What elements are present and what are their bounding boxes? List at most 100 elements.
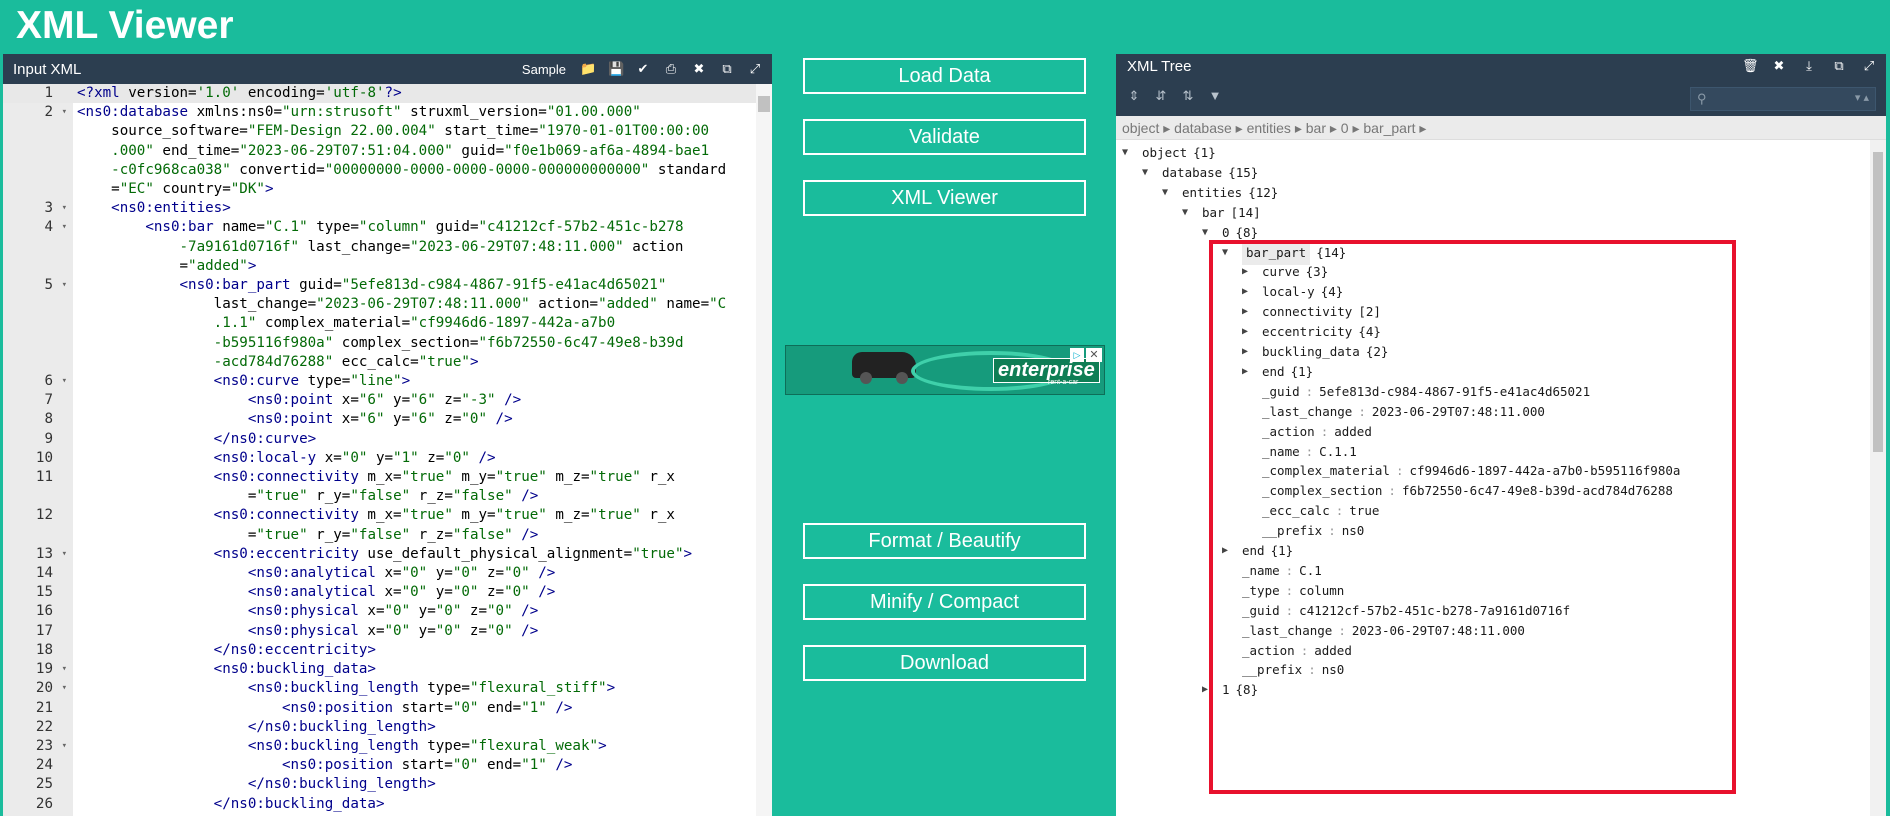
editor-line[interactable]: -b595116f980a" complex_section="f6b72550…	[3, 334, 756, 353]
editor-line[interactable]: 17 <ns0:physical x="0" y="0" z="0" />	[3, 622, 756, 641]
collapse-caret-icon[interactable]: ▼	[1162, 181, 1182, 205]
editor-line[interactable]: -c0fc968ca038" convertid="00000000-0000-…	[3, 161, 756, 180]
expand-all-icon[interactable]: ⇕	[1127, 89, 1141, 103]
fold-toggle-icon[interactable]: ▾	[62, 199, 67, 218]
tree-node-value[interactable]: ns0	[1322, 658, 1345, 682]
editor-line[interactable]: 13 ▾ <ns0:eccentricity use_default_physic…	[3, 545, 756, 564]
fold-toggle-icon[interactable]: ▾	[62, 103, 67, 122]
ad-brand-sub: rent-a-car	[1048, 379, 1079, 386]
editor-line[interactable]: source_software="FEM-Design 22.00.004" s…	[3, 122, 756, 141]
editor-line[interactable]: 25 </ns0:buckling_length>	[3, 775, 756, 794]
expand-icon[interactable]: ⤢	[748, 62, 762, 76]
editor-line[interactable]: 15 <ns0:analytical x="0" y="0" z="0" />	[3, 583, 756, 602]
collapse-caret-icon[interactable]: ▼	[1122, 141, 1142, 165]
tree-node-value[interactable]: 2023-06-29T07:48:11.000	[1372, 400, 1545, 424]
editor-line[interactable]: 22 </ns0:buckling_length>	[3, 718, 756, 737]
fold-toggle-icon[interactable]: ▾	[62, 218, 67, 237]
tree-search-input[interactable]: ⚲ ▾ ▴	[1690, 87, 1876, 111]
editor-line[interactable]: 7 <ns0:point x="6" y="6" z="-3" />	[3, 391, 756, 410]
sort-icon[interactable]: ⇅	[1181, 89, 1195, 103]
editor-line[interactable]: 18 </ns0:eccentricity>	[3, 641, 756, 660]
advertisement-banner[interactable]: enterprise rent-a-car ▷ ✕	[785, 345, 1105, 395]
copy-icon[interactable]: ⧉	[720, 62, 734, 76]
editor-line[interactable]: 23 ▾ <ns0:buckling_length type="flexural_…	[3, 737, 756, 756]
editor-line[interactable]: 6 ▾ <ns0:curve type="line">	[3, 372, 756, 391]
fold-toggle-icon[interactable]: ▾	[62, 660, 67, 679]
print-icon[interactable]: ⎙	[664, 62, 678, 76]
close-icon[interactable]: ✖	[1772, 59, 1786, 73]
editor-line[interactable]: 9 </ns0:curve>	[3, 430, 756, 449]
code-text: <ns0:eccentricity use_default_physical_a…	[213, 545, 693, 562]
editor-line[interactable]: ="EC" country="DK">	[3, 180, 756, 199]
ad-close-icon[interactable]: ✕	[1086, 348, 1102, 362]
editor-line[interactable]: ="added">	[3, 257, 756, 276]
tree-node-value[interactable]: 2023-06-29T07:48:11.000	[1352, 619, 1525, 643]
collapse-caret-icon[interactable]: ▼	[1222, 241, 1242, 265]
download-button[interactable]: Download	[803, 645, 1086, 681]
fold-toggle-icon[interactable]: ▾	[62, 545, 67, 564]
minify-compact-button[interactable]: Minify / Compact	[803, 584, 1086, 620]
xml-tree[interactable]: ▼ object {1} ▼ database {15} ▼ entities {12} ▼ bar…	[1116, 140, 1886, 816]
editor-line[interactable]: last_change="2023-06-29T07:48:11.000" ac…	[3, 295, 756, 314]
search-nav-icon[interactable]: ▾ ▴	[1855, 91, 1869, 104]
delete-icon[interactable]: 🗑	[1742, 59, 1759, 73]
editor-scroll-thumb[interactable]	[758, 96, 770, 112]
collapse-all-icon[interactable]: ⇵	[1154, 89, 1168, 103]
editor-line[interactable]: ="true" r_y="false" r_z="false" />	[3, 526, 756, 545]
editor-line[interactable]: 26 </ns0:buckling_data>	[3, 795, 756, 814]
code-text: <ns0:connectivity m_x="true" m_y="true" …	[213, 469, 675, 486]
editor-line[interactable]: 4 ▾ <ns0:bar name="C.1" type="column" gui…	[3, 218, 756, 237]
editor-line[interactable]: 19 ▾ <ns0:buckling_data>	[3, 660, 756, 679]
editor-line[interactable]: .1.1" complex_material="cf9946d6-1897-44…	[3, 314, 756, 333]
editor-line[interactable]: 5 ▾ <ns0:bar_part guid="5efe813d-c984-486…	[3, 276, 756, 295]
copy-icon[interactable]: ⧉	[1832, 59, 1846, 73]
editor-line[interactable]: 14 <ns0:analytical x="0" y="0" z="0" />	[3, 564, 756, 583]
download-icon[interactable]: ⤓	[1802, 59, 1816, 73]
adchoices-icon[interactable]: ▷	[1070, 348, 1084, 362]
editor-line[interactable]: 12 <ns0:connectivity m_x="true" m_y="tru…	[3, 506, 756, 525]
sample-button[interactable]: Sample	[522, 62, 566, 77]
collapse-caret-icon[interactable]: ▼	[1142, 161, 1162, 185]
editor-line[interactable]: 10 <ns0:local-y x="0" y="1" z="0" />	[3, 449, 756, 468]
collapse-caret-icon[interactable]: ▼	[1182, 201, 1202, 225]
editor-line[interactable]: 24 <ns0:position start="0" end="1" />	[3, 756, 756, 775]
editor-line[interactable]: 1 <?xml version='1.0' encoding='utf-8'?>	[3, 84, 756, 104]
expand-caret-icon[interactable]: ▶	[1202, 678, 1222, 702]
line-number: 25	[35, 776, 53, 793]
editor-line[interactable]: 16 <ns0:physical x="0" y="0" z="0" />	[3, 602, 756, 621]
load-data-button[interactable]: Load Data	[803, 58, 1086, 94]
tree-node-value[interactable]: f6b72550-6c47-49e8-b39d-acd784d76288	[1402, 479, 1673, 503]
fold-toggle-icon[interactable]: ▾	[62, 679, 67, 698]
fold-toggle-icon[interactable]: ▾	[62, 372, 67, 391]
validate-button[interactable]: Validate	[803, 119, 1086, 155]
format-beautify-button[interactable]: Format / Beautify	[803, 523, 1086, 559]
code-area[interactable]: 1 <?xml version='1.0' encoding='utf-8'?> 2…	[3, 84, 756, 816]
folder-open-icon[interactable]: 📁	[580, 62, 596, 76]
save-icon[interactable]: 💾	[608, 62, 624, 76]
editor-line[interactable]: 21 <ns0:position start="0" end="1" />	[3, 699, 756, 718]
fold-toggle-icon[interactable]: ▾	[62, 737, 67, 756]
fold-toggle-icon[interactable]: ▾	[62, 276, 67, 295]
editor-line[interactable]: -acd784d76288" ecc_calc="true">	[3, 353, 756, 372]
editor-line[interactable]: 20 ▾ <ns0:buckling_length type="flexural_…	[3, 679, 756, 698]
xml-editor[interactable]: 1 <?xml version='1.0' encoding='utf-8'?> 2…	[3, 84, 772, 816]
editor-line[interactable]: ="true" r_y="false" r_z="false" />	[3, 487, 756, 506]
editor-line[interactable]: .000" end_time="2023-06-29T07:51:04.000"…	[3, 142, 756, 161]
tree-node-value[interactable]: ns0	[1342, 519, 1365, 543]
editor-line[interactable]: 11 <ns0:connectivity m_x="true" m_y="tru…	[3, 468, 756, 487]
collapse-caret-icon[interactable]: ▼	[1202, 221, 1222, 245]
editor-scrollbar[interactable]	[756, 84, 772, 816]
editor-line[interactable]: 3 ▾ <ns0:entities>	[3, 199, 756, 218]
tree-node[interactable]: ▶ 1 {8}	[1202, 678, 1258, 702]
expand-icon[interactable]: ⤢	[1862, 59, 1876, 73]
check-icon[interactable]: ✔	[636, 62, 650, 76]
tree-scroll-thumb[interactable]	[1873, 152, 1883, 452]
editor-line[interactable]: -7a9161d0716f" last_change="2023-06-29T0…	[3, 238, 756, 257]
xml-viewer-button[interactable]: XML Viewer	[803, 180, 1086, 216]
editor-line[interactable]: 8 <ns0:point x="6" y="6" z="0" />	[3, 410, 756, 429]
breadcrumb[interactable]: object ▸ database ▸ entities ▸ bar ▸ 0 ▸…	[1116, 116, 1886, 140]
filter-icon[interactable]: ▼	[1208, 89, 1222, 103]
editor-line[interactable]: 2 ▾ <ns0:database xmlns:ns0="urn:strusoft"…	[3, 103, 756, 122]
tree-scrollbar[interactable]	[1870, 140, 1886, 816]
close-icon[interactable]: ✖	[692, 62, 706, 76]
